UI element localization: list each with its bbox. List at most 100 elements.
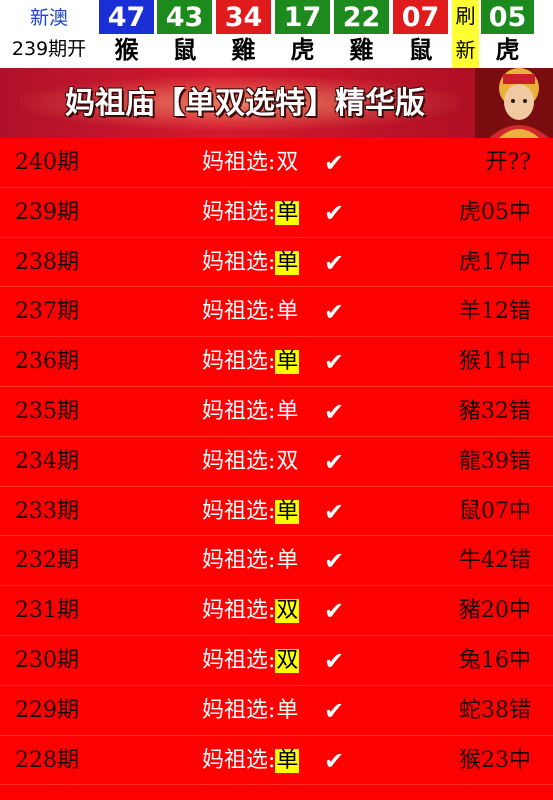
list-item: 240期 妈祖选:双 ✔ 开??	[0, 138, 553, 188]
list-item: 237期 妈祖选:单 ✔ 羊12错	[0, 287, 553, 338]
list-item: 230期 妈祖选:双 ✔ 兔16中	[0, 636, 553, 686]
period-label: 233期	[15, 498, 79, 524]
pick-value: 双	[275, 647, 300, 673]
check-icon: ✔	[324, 696, 345, 725]
pick-value: 单	[275, 199, 300, 225]
list-item: 229期 妈祖选:单 ✔ 蛇38错	[0, 686, 553, 736]
ball-zodiac: 鼠	[157, 34, 212, 68]
pick-cell: 妈祖选:双	[202, 586, 300, 636]
result-label: 猴11中	[459, 349, 531, 375]
list-item: 239期 妈祖选:单 ✔ 虎05中	[0, 188, 553, 238]
period-label: 232期	[15, 548, 79, 574]
list-item: 235期 妈祖选:单 ✔ 豬32错	[0, 387, 553, 437]
result-ball: 34 雞	[216, 0, 271, 68]
pick-label: 妈祖选:	[202, 598, 276, 624]
pick-value: 单	[275, 249, 300, 275]
check-icon: ✔	[324, 397, 345, 426]
results-bar: 新澳 239期开 47 猴 43 鼠 34 雞 17 虎 22 雞 07 鼠 刷…	[0, 0, 553, 68]
pick-cell: 妈祖选:单	[202, 487, 300, 537]
list-item: 236期 妈祖选:单 ✔ 猴11中	[0, 337, 553, 387]
result-label: 蛇38错	[459, 697, 531, 723]
ball-zodiac: 虎	[275, 34, 330, 68]
period-label: 235期	[15, 398, 79, 424]
period-label: 230期	[15, 647, 79, 673]
ball-zodiac: 雞	[334, 34, 389, 68]
result-label: 鼠07中	[459, 498, 531, 524]
ball-zodiac: 雞	[216, 34, 271, 68]
check-icon: ✔	[324, 348, 345, 377]
list-item: 232期 妈祖选:单 ✔ 牛42错	[0, 536, 553, 587]
list-item: 231期 妈祖选:双 ✔ 豬20中	[0, 586, 553, 636]
pick-cell: 妈祖选:单	[202, 188, 300, 238]
pick-label: 妈祖选:	[202, 548, 276, 574]
result-label: 牛42错	[459, 548, 531, 574]
ball-number: 22	[334, 0, 389, 34]
banner: 妈祖庙【单双选特】精华版	[0, 68, 553, 138]
pick-value: 单	[276, 299, 299, 325]
result-ball: 47 猴	[99, 0, 154, 68]
result-label: 兔16中	[459, 647, 531, 673]
pick-label: 妈祖选:	[202, 697, 276, 723]
pick-label: 妈祖选:	[202, 249, 276, 275]
pick-cell: 妈祖选:双	[202, 636, 300, 686]
result-label: 虎17中	[459, 249, 531, 275]
pick-label: 妈祖选:	[202, 299, 276, 325]
period-label: 236期	[15, 349, 79, 375]
mazu-statue-image	[475, 68, 553, 138]
pick-label: 妈祖选:	[202, 448, 276, 474]
list-item: 228期 妈祖选:单 ✔ 猴23中	[0, 736, 553, 786]
period-label: 229期	[15, 697, 79, 723]
pick-cell: 妈祖选:单	[202, 536, 299, 586]
ball-number: 05	[481, 0, 534, 34]
result-label: 豬32错	[459, 398, 531, 424]
pick-label: 妈祖选:	[202, 150, 276, 175]
period-label: 228期	[15, 747, 79, 773]
pick-history-list: 240期 妈祖选:双 ✔ 开?? 239期 妈祖选:单 ✔ 虎05中 238期 …	[0, 138, 553, 786]
result-label: 羊12错	[459, 299, 531, 325]
pick-label: 妈祖选:	[202, 647, 276, 673]
list-item: 234期 妈祖选:双 ✔ 龍39错	[0, 437, 553, 487]
pick-cell: 妈祖选:单	[202, 686, 299, 736]
pick-cell: 妈祖选:单	[202, 238, 300, 288]
draw-period-label: 239期开	[11, 38, 87, 60]
result-label: 虎05中	[459, 199, 531, 225]
refresh-label-2: 新	[455, 38, 476, 62]
check-icon: ✔	[324, 547, 345, 576]
ball-number: 47	[99, 0, 154, 34]
period-label: 239期	[15, 199, 79, 225]
pick-value: 双	[275, 598, 300, 624]
ball-number: 43	[157, 0, 212, 34]
ball-number: 34	[216, 0, 271, 34]
pick-label: 妈祖选:	[202, 747, 276, 773]
check-icon: ✔	[324, 646, 345, 675]
pick-cell: 妈祖选:单	[202, 387, 299, 437]
special-ball: 05 虎	[481, 0, 534, 68]
pick-value: 单	[275, 498, 300, 524]
result-label: 开??	[485, 150, 531, 175]
pick-cell: 妈祖选:双	[202, 138, 299, 188]
brand-name: 新澳	[29, 7, 68, 29]
period-label: 240期	[15, 150, 79, 175]
ball-number: 17	[275, 0, 330, 34]
pick-value: 单	[276, 398, 299, 424]
ball-zodiac: 鼠	[393, 34, 448, 68]
period-label: 231期	[15, 598, 79, 624]
period-label: 238期	[15, 249, 79, 275]
check-icon: ✔	[324, 149, 345, 177]
result-ball: 43 鼠	[157, 0, 212, 68]
check-icon: ✔	[324, 248, 345, 277]
pick-cell: 妈祖选:单	[202, 287, 299, 337]
check-icon: ✔	[324, 298, 345, 327]
refresh-label-1: 刷	[455, 4, 476, 28]
result-label: 龍39错	[459, 448, 531, 474]
check-icon: ✔	[324, 198, 345, 227]
pick-cell: 妈祖选:双	[202, 437, 299, 487]
ball-zodiac: 虎	[481, 34, 534, 68]
period-label: 237期	[15, 299, 79, 325]
ball-zodiac: 猴	[99, 34, 154, 68]
pick-value: 单	[275, 747, 300, 773]
pick-value: 单	[275, 349, 300, 375]
refresh-button[interactable]: 刷 新	[452, 0, 479, 68]
list-item: 233期 妈祖选:单 ✔ 鼠07中	[0, 487, 553, 537]
check-icon: ✔	[324, 597, 345, 626]
